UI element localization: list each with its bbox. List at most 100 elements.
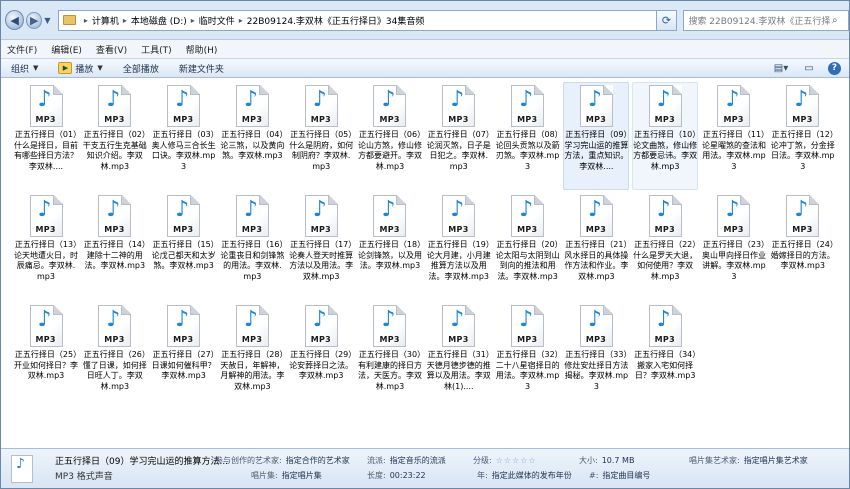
file-grid: ♪ MP3 正五行择日（01）什么是择日，目前有哪些择日方法？李双林.... ♪ MP3… [13, 82, 839, 412]
details-field-size: 大小: 10.7 MB [579, 456, 635, 465]
preview-pane-icon[interactable]: ▭ [800, 61, 818, 75]
details-field-artist[interactable]: 参与创作的艺术家: 指定合作的艺术家 [215, 455, 350, 466]
details-field-track[interactable]: #: 指定曲目编号 [589, 470, 650, 481]
file-item[interactable]: ♪ MP3 正五行择日（24）婚嫁择日的方法。李双林.mp3 [770, 192, 836, 300]
menu-help[interactable]: 帮助(H) [186, 43, 218, 56]
explorer-window: ◀ ▶ ▼ ▸ 计算机 ▸ 本地磁盘 (D:) ▸ 临时文件 ▸ 22B0912… [0, 0, 850, 489]
file-item[interactable]: ♪ MP3 正五行择日（15）论戊己都天和太岁煞。李双林.mp3 [151, 192, 217, 300]
file-name: 正五行择日（07）论润灭煞，日子是日犯之。李双林.mp3 [426, 130, 491, 171]
details-field-album-artist[interactable]: 唱片集艺术家: 指定唱片集艺术家 [689, 455, 808, 466]
organize-button[interactable]: 组织 ▼ [11, 62, 38, 75]
file-item[interactable]: ♪ MP3 正五行择日（34）搬家入宅如何择日？李双林.mp3 [632, 302, 698, 410]
file-name: 正五行择日（32）二十八星宿择日的用法。李双林.mp3 [495, 350, 560, 391]
breadcrumb-drive[interactable]: 本地磁盘 (D:) [131, 14, 187, 27]
file-item[interactable]: ♪ MP3 正五行择日（03）奥人修马三合长生口诀。李双林.mp3 [151, 82, 217, 190]
mp3-file-icon: ♪ MP3 [786, 85, 820, 127]
file-type-badge: MP3 [310, 225, 331, 234]
file-item[interactable]: ♪ MP3 正五行择日（27）日课如何催科甲？李双林.mp3 [151, 302, 217, 410]
file-item[interactable]: ♪ MP3 正五行择日（05）什么是阴府，如何制阴府？李双林.mp3 [288, 82, 354, 190]
mp3-file-icon: ♪ MP3 [373, 305, 407, 347]
menu-file[interactable]: 文件(F) [7, 43, 37, 56]
details-field-genre[interactable]: 流派: 指定音乐的流派 [367, 455, 446, 466]
file-item[interactable]: ♪ MP3 正五行择日（09）学习完山运的推算方法，重点知识。李双林.... [563, 82, 630, 190]
play-button[interactable]: ▶ 播放 ▼ [58, 62, 103, 75]
file-item[interactable]: ♪ MP3 正五行择日（19）论大月建，小月建推算方法以及用法。李双林.mp3 [426, 192, 492, 300]
file-item[interactable]: ♪ MP3 正五行择日（07）论润灭煞，日子是日犯之。李双林.mp3 [426, 82, 492, 190]
file-item[interactable]: ♪ MP3 正五行择日（01）什么是择日，目前有哪些择日方法？李双林.... [13, 82, 79, 190]
file-item[interactable]: ♪ MP3 正五行择日（13）论天地遭火日，时辰痛忌。李双林.mp3 [13, 192, 79, 300]
file-type-badge: MP3 [104, 335, 125, 344]
menu-edit[interactable]: 编辑(E) [51, 43, 82, 56]
chevron-right-icon[interactable]: ▸ [239, 16, 243, 25]
menu-view[interactable]: 查看(V) [96, 43, 127, 56]
file-type-badge: MP3 [654, 225, 675, 234]
back-arrow-icon: ◀ [10, 13, 19, 27]
help-icon[interactable]: ? [828, 61, 841, 75]
file-name: 正五行择日（16）论重丧日和剑锋煞的用法。李双林.mp3 [220, 240, 285, 281]
mp3-file-icon: ♪ MP3 [511, 85, 545, 127]
file-name: 正五行择日（10）论文曲煞，修山修方都要忌讳。李双林.mp3 [633, 130, 698, 171]
menu-tools[interactable]: 工具(T) [141, 43, 172, 56]
address-bar[interactable]: ▸ 计算机 ▸ 本地磁盘 (D:) ▸ 临时文件 ▸ 22B09124.李双林《… [57, 9, 657, 31]
file-item[interactable]: ♪ MP3 正五行择日（32）二十八星宿择日的用法。李双林.mp3 [495, 302, 561, 410]
file-name: 正五行择日（24）婚嫁择日的方法。李双林.mp3 [770, 240, 835, 270]
file-item[interactable]: ♪ MP3 正五行择日（29）论安葬择日之法。李双林.mp3 [288, 302, 354, 410]
file-item[interactable]: ♪ MP3 正五行择日（25）开业如何择日？李双林.mp3 [13, 302, 79, 410]
file-name: 正五行择日（18）论剑锋煞，以及用法。李双林.mp3 [357, 240, 422, 270]
file-item[interactable]: ♪ MP3 正五行择日（30）有利建康的择日方法，天医方。李双林.mp3 [357, 302, 423, 410]
file-item[interactable]: ♪ MP3 正五行择日（02）干支五行生克基础知识介绍。李双林.mp3 [82, 82, 148, 190]
chevron-right-icon[interactable]: ▸ [123, 16, 127, 25]
details-field-year[interactable]: 年: 指定此媒体的发布年份 [477, 470, 572, 481]
file-item[interactable]: ♪ MP3 正五行择日（21）风水择日的具体操作方法和作业。李双林.mp3 [563, 192, 629, 300]
view-controls: ▤▾ ▭ ? [772, 61, 841, 75]
mp3-file-icon: ♪ MP3 [442, 195, 476, 237]
file-name: 正五行择日（05）什么是阴府，如何制阴府？李双林.mp3 [289, 130, 354, 171]
breadcrumb-computer[interactable]: 计算机 [92, 14, 119, 27]
breadcrumb-temp[interactable]: 临时文件 [199, 14, 235, 27]
details-field-length: 长度: 00:23:22 [367, 471, 426, 480]
file-item[interactable]: ♪ MP3 正五行择日（16）论重丧日和剑锋煞的用法。李双林.mp3 [219, 192, 285, 300]
rating-stars-icon[interactable]: ☆☆☆☆☆ [496, 456, 537, 465]
command-bar: 组织 ▼ ▶ 播放 ▼ 全部播放 新建文件夹 ▤▾ ▭ ? [1, 58, 849, 78]
new-folder-button[interactable]: 新建文件夹 [179, 62, 224, 75]
file-name: 正五行择日（19）论大月建，小月建推算方法以及用法。李双林.mp3 [426, 240, 491, 281]
file-item[interactable]: ♪ MP3 正五行择日（33）修灶安灶择日方法揭秘。李双林.mp3 [563, 302, 629, 410]
file-name: 正五行择日（23）奥山甲向择日作业讲解。李双林.mp3 [701, 240, 766, 281]
details-field-rating[interactable]: 分级: ☆☆☆☆☆ [473, 455, 537, 466]
chevron-down-icon: ▼ [97, 64, 103, 72]
file-type-badge: MP3 [448, 225, 469, 234]
file-item[interactable]: ♪ MP3 正五行择日（23）奥山甲向择日作业讲解。李双林.mp3 [701, 192, 767, 300]
file-type-badge: MP3 [723, 115, 744, 124]
play-all-button[interactable]: 全部播放 [123, 62, 159, 75]
file-item[interactable]: ♪ MP3 正五行择日（26）懂了日课，如何择日旺人丁。李双林.mp3 [82, 302, 148, 410]
back-button[interactable]: ◀ [5, 10, 25, 30]
file-item[interactable]: ♪ MP3 正五行择日（04）论三煞，以及黄向煞。李双林.mp3 [219, 82, 285, 190]
details-field-album[interactable]: 唱片集: 指定唱片集 [251, 470, 322, 481]
recent-pages-dropdown[interactable]: ▼ [44, 16, 54, 25]
file-item[interactable]: ♪ MP3 正五行择日（18）论剑锋煞，以及用法。李双林.mp3 [357, 192, 423, 300]
chevron-right-icon[interactable]: ▸ [191, 16, 195, 25]
file-item[interactable]: ♪ MP3 正五行择日（14）建除十二神的用法。李双林.mp3 [82, 192, 148, 300]
file-item[interactable]: ♪ MP3 正五行择日（08）论回头贡煞以及箭刃煞。李双林.mp3 [495, 82, 561, 190]
file-type-badge: MP3 [379, 335, 400, 344]
file-item[interactable]: ♪ MP3 正五行择日（12）论冲丁煞，分金择日法。李双林.mp3 [770, 82, 836, 190]
file-item[interactable]: ♪ MP3 正五行择日（31）天德月德步德的推算以及用法。李双林(1).... [426, 302, 492, 410]
view-mode-icon[interactable]: ▤▾ [772, 61, 790, 75]
file-item[interactable]: ♪ MP3 正五行择日（17）论奏人登天时推算方法以及用法。李双林.mp3 [288, 192, 354, 300]
file-type-badge: MP3 [792, 225, 813, 234]
file-item[interactable]: ♪ MP3 正五行择日（10）论文曲煞，修山修方都要忌讳。李双林.mp3 [632, 82, 699, 190]
file-item[interactable]: ♪ MP3 正五行择日（11）论星曜煞的查法和用法。李双林.mp3 [701, 82, 767, 190]
file-item[interactable]: ♪ MP3 正五行择日（22）什么是罗天大退，如何使用？李双林.mp3 [632, 192, 698, 300]
forward-button[interactable]: ▶ [26, 11, 43, 29]
search-input[interactable]: 搜索 22B09124.李双林《正五行择日... ⌕ [683, 9, 849, 31]
breadcrumb-current-folder[interactable]: 22B09124.李双林《正五行择日》34集音频 [247, 14, 425, 27]
file-item[interactable]: ♪ MP3 正五行择日（06）论山方煞，修山修方都要避开。李双林.mp3 [357, 82, 423, 190]
file-name: 正五行择日（31）天德月德步德的推算以及用法。李双林(1).... [426, 350, 491, 391]
file-type-badge: MP3 [241, 225, 263, 234]
file-type-badge: MP3 [517, 115, 538, 124]
file-item[interactable]: ♪ MP3 正五行择日（28）天赦日，年解神，月解神的用法。李双林.mp3 [219, 302, 285, 410]
file-item[interactable]: ♪ MP3 正五行择日（20）论太阳与太阴到山到向的推法和用法。李双林.mp3 [495, 192, 561, 300]
refresh-button[interactable]: ⟳ [656, 9, 678, 31]
mp3-file-icon: ♪ MP3 [648, 85, 682, 127]
mp3-file-icon: ♪ MP3 [579, 305, 613, 347]
